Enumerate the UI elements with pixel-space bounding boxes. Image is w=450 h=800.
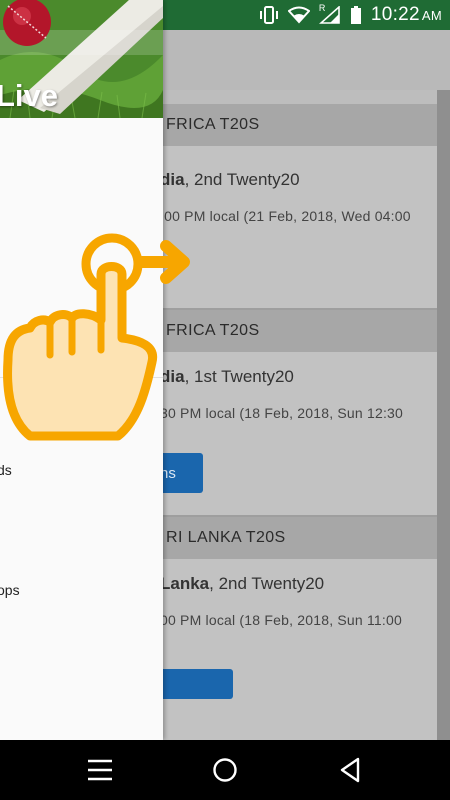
match-title: dia, 2nd Twenty20 xyxy=(160,170,300,189)
match-time: :00 PM local (21 Feb, 2018, Wed 04:00 xyxy=(160,208,411,224)
menu-button[interactable] xyxy=(85,755,115,785)
network-type-label: R xyxy=(318,3,326,13)
battery-icon xyxy=(350,6,362,24)
drawer-header: Live xyxy=(0,0,163,118)
vibrate-icon xyxy=(259,6,279,24)
wifi-icon xyxy=(287,6,310,24)
drawer-item[interactable]: ds xyxy=(0,462,12,478)
home-button[interactable] xyxy=(210,755,240,785)
back-icon xyxy=(340,757,360,783)
menu-icon xyxy=(88,759,112,781)
signal-icon: R xyxy=(318,3,341,24)
system-nav-bar xyxy=(0,740,450,800)
swipe-hint-icon xyxy=(3,233,190,441)
clock: 10:22 AM xyxy=(370,4,442,25)
home-icon xyxy=(213,758,237,782)
scrollbar-track[interactable] xyxy=(437,90,450,740)
match-title: Lanka, 2nd Twenty20 xyxy=(160,574,325,593)
back-button[interactable] xyxy=(335,755,365,785)
app-title: Live xyxy=(0,78,59,113)
drawer-item[interactable]: ops xyxy=(0,582,20,598)
match-time: 00 PM local (18 Feb, 2018, Sun 11:00 xyxy=(160,612,402,628)
